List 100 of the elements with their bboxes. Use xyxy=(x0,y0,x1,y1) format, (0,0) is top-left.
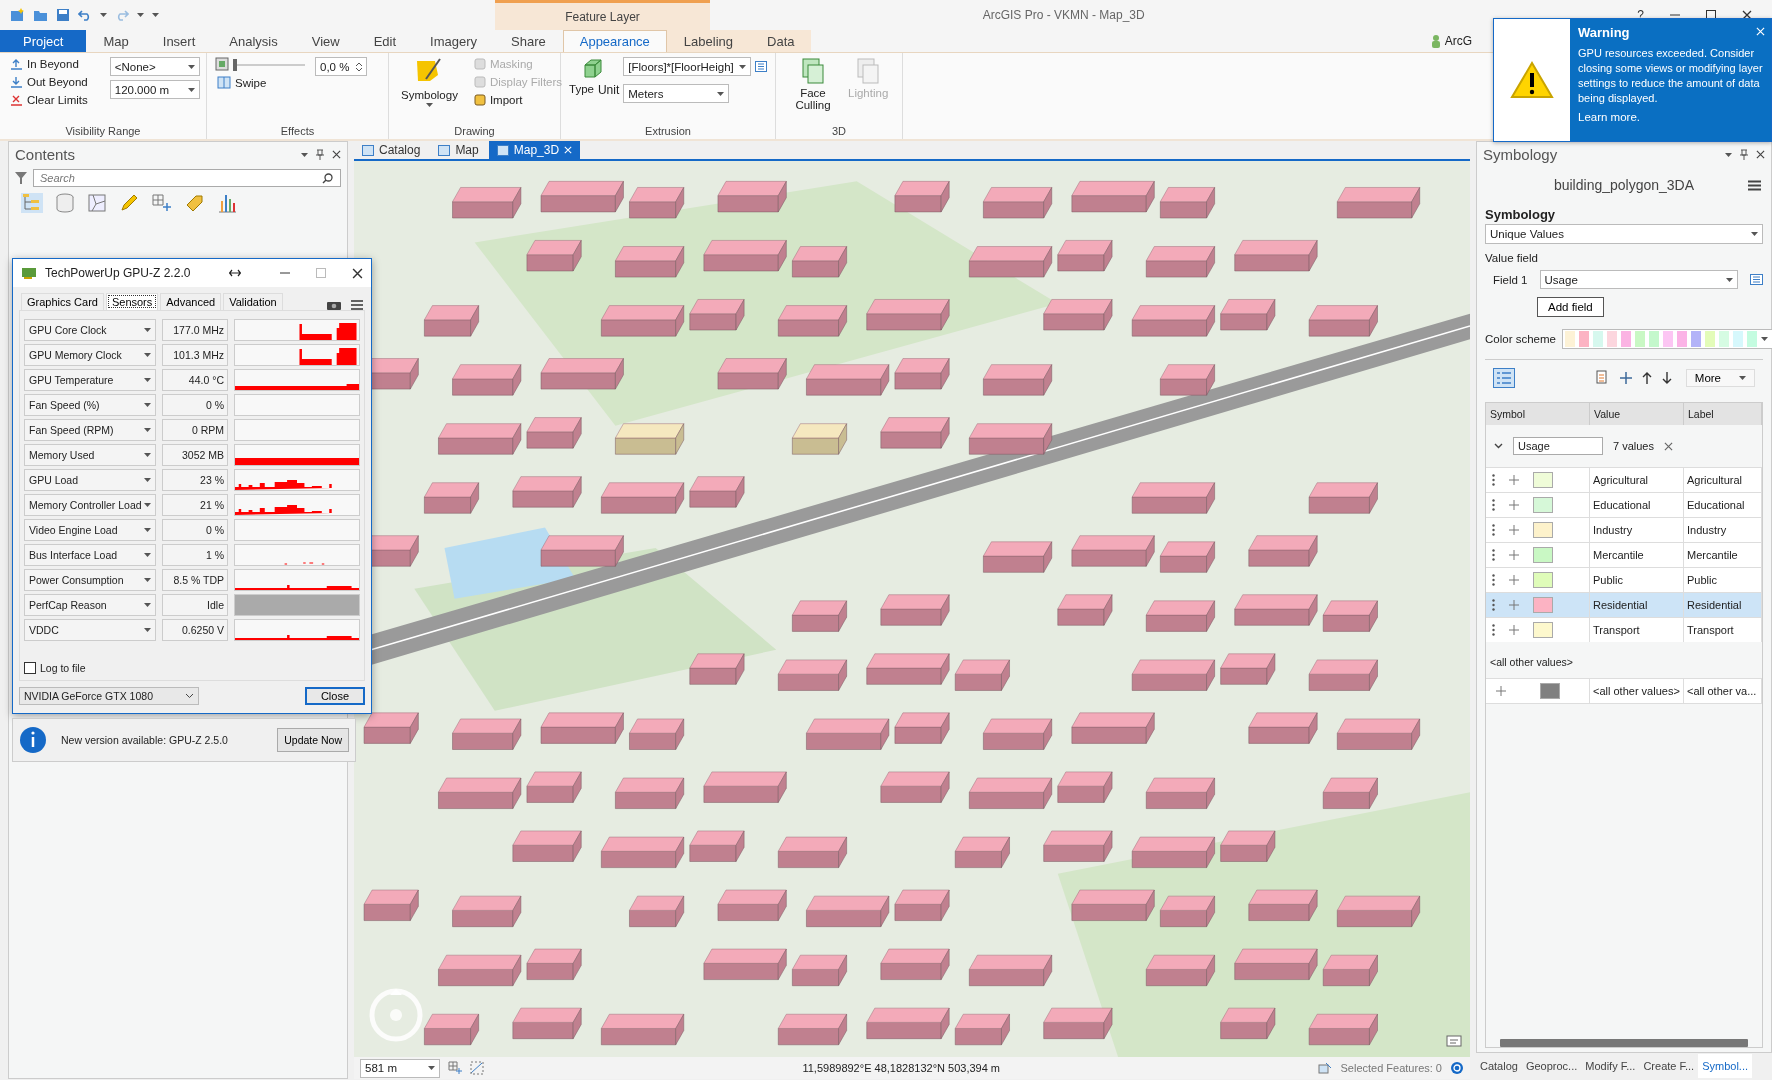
symbol-class-row[interactable]: Educational Educational xyxy=(1486,492,1762,517)
log-checkbox[interactable] xyxy=(24,662,36,674)
sensor-dropdown[interactable]: GPU Core Clock xyxy=(24,319,156,341)
swipe-button[interactable]: Swipe xyxy=(215,75,305,90)
sensor-dropdown[interactable]: Video Engine Load xyxy=(24,519,156,541)
symbol-class-row[interactable]: Public Public xyxy=(1486,567,1762,592)
sensor-dropdown[interactable]: GPU Memory Clock xyxy=(24,344,156,366)
menu-icon[interactable] xyxy=(1748,179,1761,191)
color-swatch[interactable] xyxy=(1533,472,1553,488)
drag-handle-icon[interactable] xyxy=(1492,524,1495,536)
group-field-input[interactable]: Usage xyxy=(1513,437,1603,455)
pin-icon[interactable] xyxy=(316,149,324,160)
arrow-down-icon[interactable] xyxy=(1661,372,1672,384)
list-tree-icon[interactable] xyxy=(21,193,43,213)
out-beyond-button[interactable]: Out Beyond xyxy=(8,75,90,89)
close-icon[interactable] xyxy=(1756,150,1765,159)
plus-icon[interactable] xyxy=(1509,525,1519,535)
close-button[interactable]: Close xyxy=(304,687,365,705)
scrollbar[interactable] xyxy=(1500,1039,1748,1047)
filter-icon[interactable] xyxy=(15,172,27,184)
plus-icon[interactable] xyxy=(1509,625,1519,635)
chat-icon[interactable] xyxy=(1446,1035,1462,1049)
sensor-dropdown[interactable]: Fan Speed (%) xyxy=(24,394,156,416)
plus-icon[interactable] xyxy=(1509,575,1519,585)
symbology-button[interactable]: Symbology xyxy=(397,57,462,125)
folder-icon[interactable] xyxy=(33,8,48,22)
gpu-tab[interactable]: Sensors xyxy=(105,293,159,310)
plus-icon[interactable] xyxy=(1509,550,1519,560)
three-d-button[interactable]: Face Culling xyxy=(784,57,842,125)
add-field-button[interactable]: Add field xyxy=(1537,297,1604,317)
list-icon[interactable] xyxy=(1750,274,1763,285)
gpu-tab[interactable]: Graphics Card xyxy=(21,293,104,310)
pane-tab[interactable]: Catalog xyxy=(1476,1054,1522,1078)
gpu-tab[interactable]: Validation xyxy=(223,293,283,310)
ribbon-tab[interactable]: Share xyxy=(494,30,563,52)
add-all-values-icon[interactable] xyxy=(1595,370,1610,386)
map-view-tab[interactable]: Map xyxy=(430,141,487,159)
slider-thumb[interactable] xyxy=(233,59,237,71)
symbol-class-row[interactable]: Transport Transport xyxy=(1486,617,1762,642)
gpu-tab[interactable]: Advanced xyxy=(160,293,222,310)
transparency-field[interactable]: 0,0 % xyxy=(315,57,367,76)
pane-tab[interactable]: Geoproc... xyxy=(1521,1054,1582,1078)
sensor-dropdown[interactable]: Memory Used xyxy=(24,444,156,466)
new-project-icon[interactable] xyxy=(10,8,25,22)
ribbon-tab[interactable]: Map xyxy=(86,30,146,52)
bar-chart-icon[interactable] xyxy=(217,193,237,213)
pin-icon[interactable] xyxy=(1740,149,1748,160)
grid-plus-icon[interactable] xyxy=(448,1061,462,1075)
gpu-dropdown[interactable]: NVIDIA GeForce GTX 1080 xyxy=(19,687,199,705)
ribbon-tab[interactable]: Data xyxy=(750,30,812,52)
update-now-button[interactable]: Update Now xyxy=(277,728,349,752)
map-view-tab[interactable]: Map_3D xyxy=(488,141,581,159)
column-header[interactable]: Label xyxy=(1684,403,1762,425)
pane-tab[interactable]: Symbol... xyxy=(1698,1054,1752,1078)
resize-arrows-icon[interactable] xyxy=(229,269,242,277)
drag-handle-icon[interactable] xyxy=(1492,574,1495,586)
drag-handle-icon[interactable] xyxy=(1492,499,1495,511)
extrusion-expression-dropdown[interactable]: [Floors]*[FloorHeigh] xyxy=(623,57,752,76)
sensor-dropdown[interactable]: GPU Load xyxy=(24,469,156,491)
symbol-class-row[interactable]: Mercantile Mercantile xyxy=(1486,542,1762,567)
more-button[interactable]: More xyxy=(1685,369,1755,387)
symbol-class-row[interactable]: Agricultural Agricultural xyxy=(1486,467,1762,492)
pencil-icon[interactable] xyxy=(119,193,139,213)
drag-handle-icon[interactable] xyxy=(1492,549,1495,561)
search-field[interactable]: Search xyxy=(33,169,341,187)
ribbon-tab[interactable]: Analysis xyxy=(212,30,295,52)
user-icon[interactable] xyxy=(1430,34,1441,48)
plus-icon[interactable] xyxy=(1509,475,1519,485)
learn-more-link[interactable]: Learn more. xyxy=(1578,111,1763,124)
in-beyond-button[interactable]: In Beyond xyxy=(8,57,90,71)
pane-tab[interactable]: Modify F... xyxy=(1581,1054,1640,1078)
scale-dropdown[interactable]: 581 m xyxy=(360,1058,440,1078)
tag-icon[interactable] xyxy=(185,193,205,213)
sensor-dropdown[interactable]: VDDC xyxy=(24,619,156,641)
list-icon[interactable] xyxy=(755,61,768,72)
drag-handle-icon[interactable] xyxy=(1492,474,1495,486)
selection-icon[interactable] xyxy=(1318,1062,1333,1074)
grid-plus-icon[interactable] xyxy=(151,193,173,213)
field-dropdown[interactable]: Usage xyxy=(1539,270,1738,289)
close-icon[interactable] xyxy=(332,150,341,159)
database-icon[interactable] xyxy=(55,193,75,213)
unit-dropdown[interactable]: Meters xyxy=(623,84,730,103)
camera-icon[interactable] xyxy=(327,300,341,310)
checkbox-label[interactable]: Log to file xyxy=(40,662,86,674)
column-header[interactable]: Value xyxy=(1590,403,1684,425)
sensor-dropdown[interactable]: Power Consumption xyxy=(24,569,156,591)
sensor-dropdown[interactable]: Fan Speed (RPM) xyxy=(24,419,156,441)
save-icon[interactable] xyxy=(56,8,70,22)
sensor-dropdown[interactable]: GPU Temperature xyxy=(24,369,156,391)
sensor-dropdown[interactable]: PerfCap Reason xyxy=(24,594,156,616)
in-beyond-dropdown[interactable]: <None> xyxy=(109,57,200,76)
symbol-class-row[interactable]: Residential Residential xyxy=(1486,592,1762,617)
close-icon[interactable] xyxy=(1742,10,1752,20)
color-scheme-dropdown[interactable] xyxy=(1561,329,1772,349)
plus-icon[interactable] xyxy=(1496,686,1506,696)
column-header[interactable]: Symbol xyxy=(1486,403,1590,425)
color-swatch[interactable] xyxy=(1533,497,1553,513)
refresh-icon[interactable] xyxy=(1450,1061,1464,1075)
map-view-tab[interactable]: Catalog xyxy=(354,141,429,159)
ribbon-tab[interactable]: Labeling xyxy=(666,30,750,52)
